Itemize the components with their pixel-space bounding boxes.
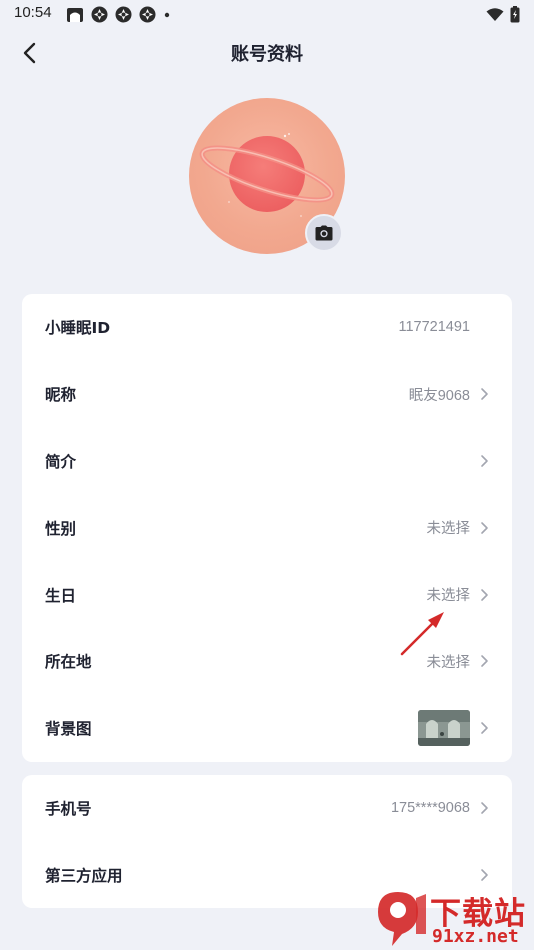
row-bio[interactable]: 简介	[22, 428, 512, 495]
row-label: 第三方应用	[45, 866, 123, 885]
watermark: 下载站 91xz.net	[372, 886, 534, 950]
page-title: 账号资料	[231, 44, 303, 65]
row-value: 117721491	[398, 319, 470, 336]
row-value: 未选择	[426, 588, 471, 605]
row-label: 生日	[45, 586, 77, 605]
gallery-icon	[67, 7, 83, 22]
pinwheel-icon	[139, 6, 156, 23]
row-user-id: 小睡眠ID 117721491	[22, 294, 512, 361]
pinwheel-icon	[115, 6, 132, 23]
annotation-arrow-icon	[400, 612, 444, 656]
notification-icons	[66, 6, 171, 23]
status-bar: 10:54	[0, 0, 534, 28]
row-label: 背景图	[45, 720, 92, 739]
row-value: 眠友9068	[408, 387, 470, 404]
row-label: 性别	[45, 519, 77, 538]
row-background-image[interactable]: 背景图	[22, 695, 512, 762]
chevron-right-icon	[481, 455, 488, 467]
background-thumbnail	[418, 710, 470, 747]
chevron-right-icon	[481, 722, 488, 734]
profile-card: 小睡眠ID 117721491 昵称 眠友9068 简介 性别 未选择 生日 未…	[22, 294, 512, 762]
row-value: 未选择	[426, 521, 471, 538]
row-gender[interactable]: 性别 未选择	[22, 494, 512, 561]
row-label: 简介	[45, 452, 77, 471]
avatar-section	[189, 98, 345, 254]
camera-icon	[315, 225, 333, 241]
chevron-right-icon	[481, 655, 488, 668]
watermark-logo-icon	[378, 892, 426, 946]
battery-icon	[510, 6, 520, 23]
row-nickname[interactable]: 昵称 眠友9068	[22, 361, 512, 428]
change-avatar-button[interactable]	[305, 214, 343, 252]
row-label: 小睡眠ID	[45, 319, 111, 338]
pinwheel-icon	[91, 6, 108, 23]
row-value: 175****9068	[390, 800, 470, 817]
system-icons	[486, 6, 520, 23]
status-time: 10:54	[14, 4, 52, 21]
dot-icon	[164, 12, 170, 17]
chevron-right-icon	[481, 802, 488, 815]
wifi-icon	[486, 7, 504, 21]
nav-bar: 账号资料	[0, 28, 534, 76]
watermark-url: 91xz.net	[432, 926, 519, 947]
row-phone[interactable]: 手机号 175****9068	[22, 775, 512, 842]
chevron-right-icon	[481, 388, 488, 400]
chevron-right-icon	[481, 588, 488, 601]
chevron-right-icon	[481, 868, 488, 881]
chevron-right-icon	[481, 521, 488, 534]
row-label: 昵称	[45, 386, 77, 405]
row-label: 手机号	[45, 800, 92, 819]
row-label: 所在地	[45, 653, 92, 672]
